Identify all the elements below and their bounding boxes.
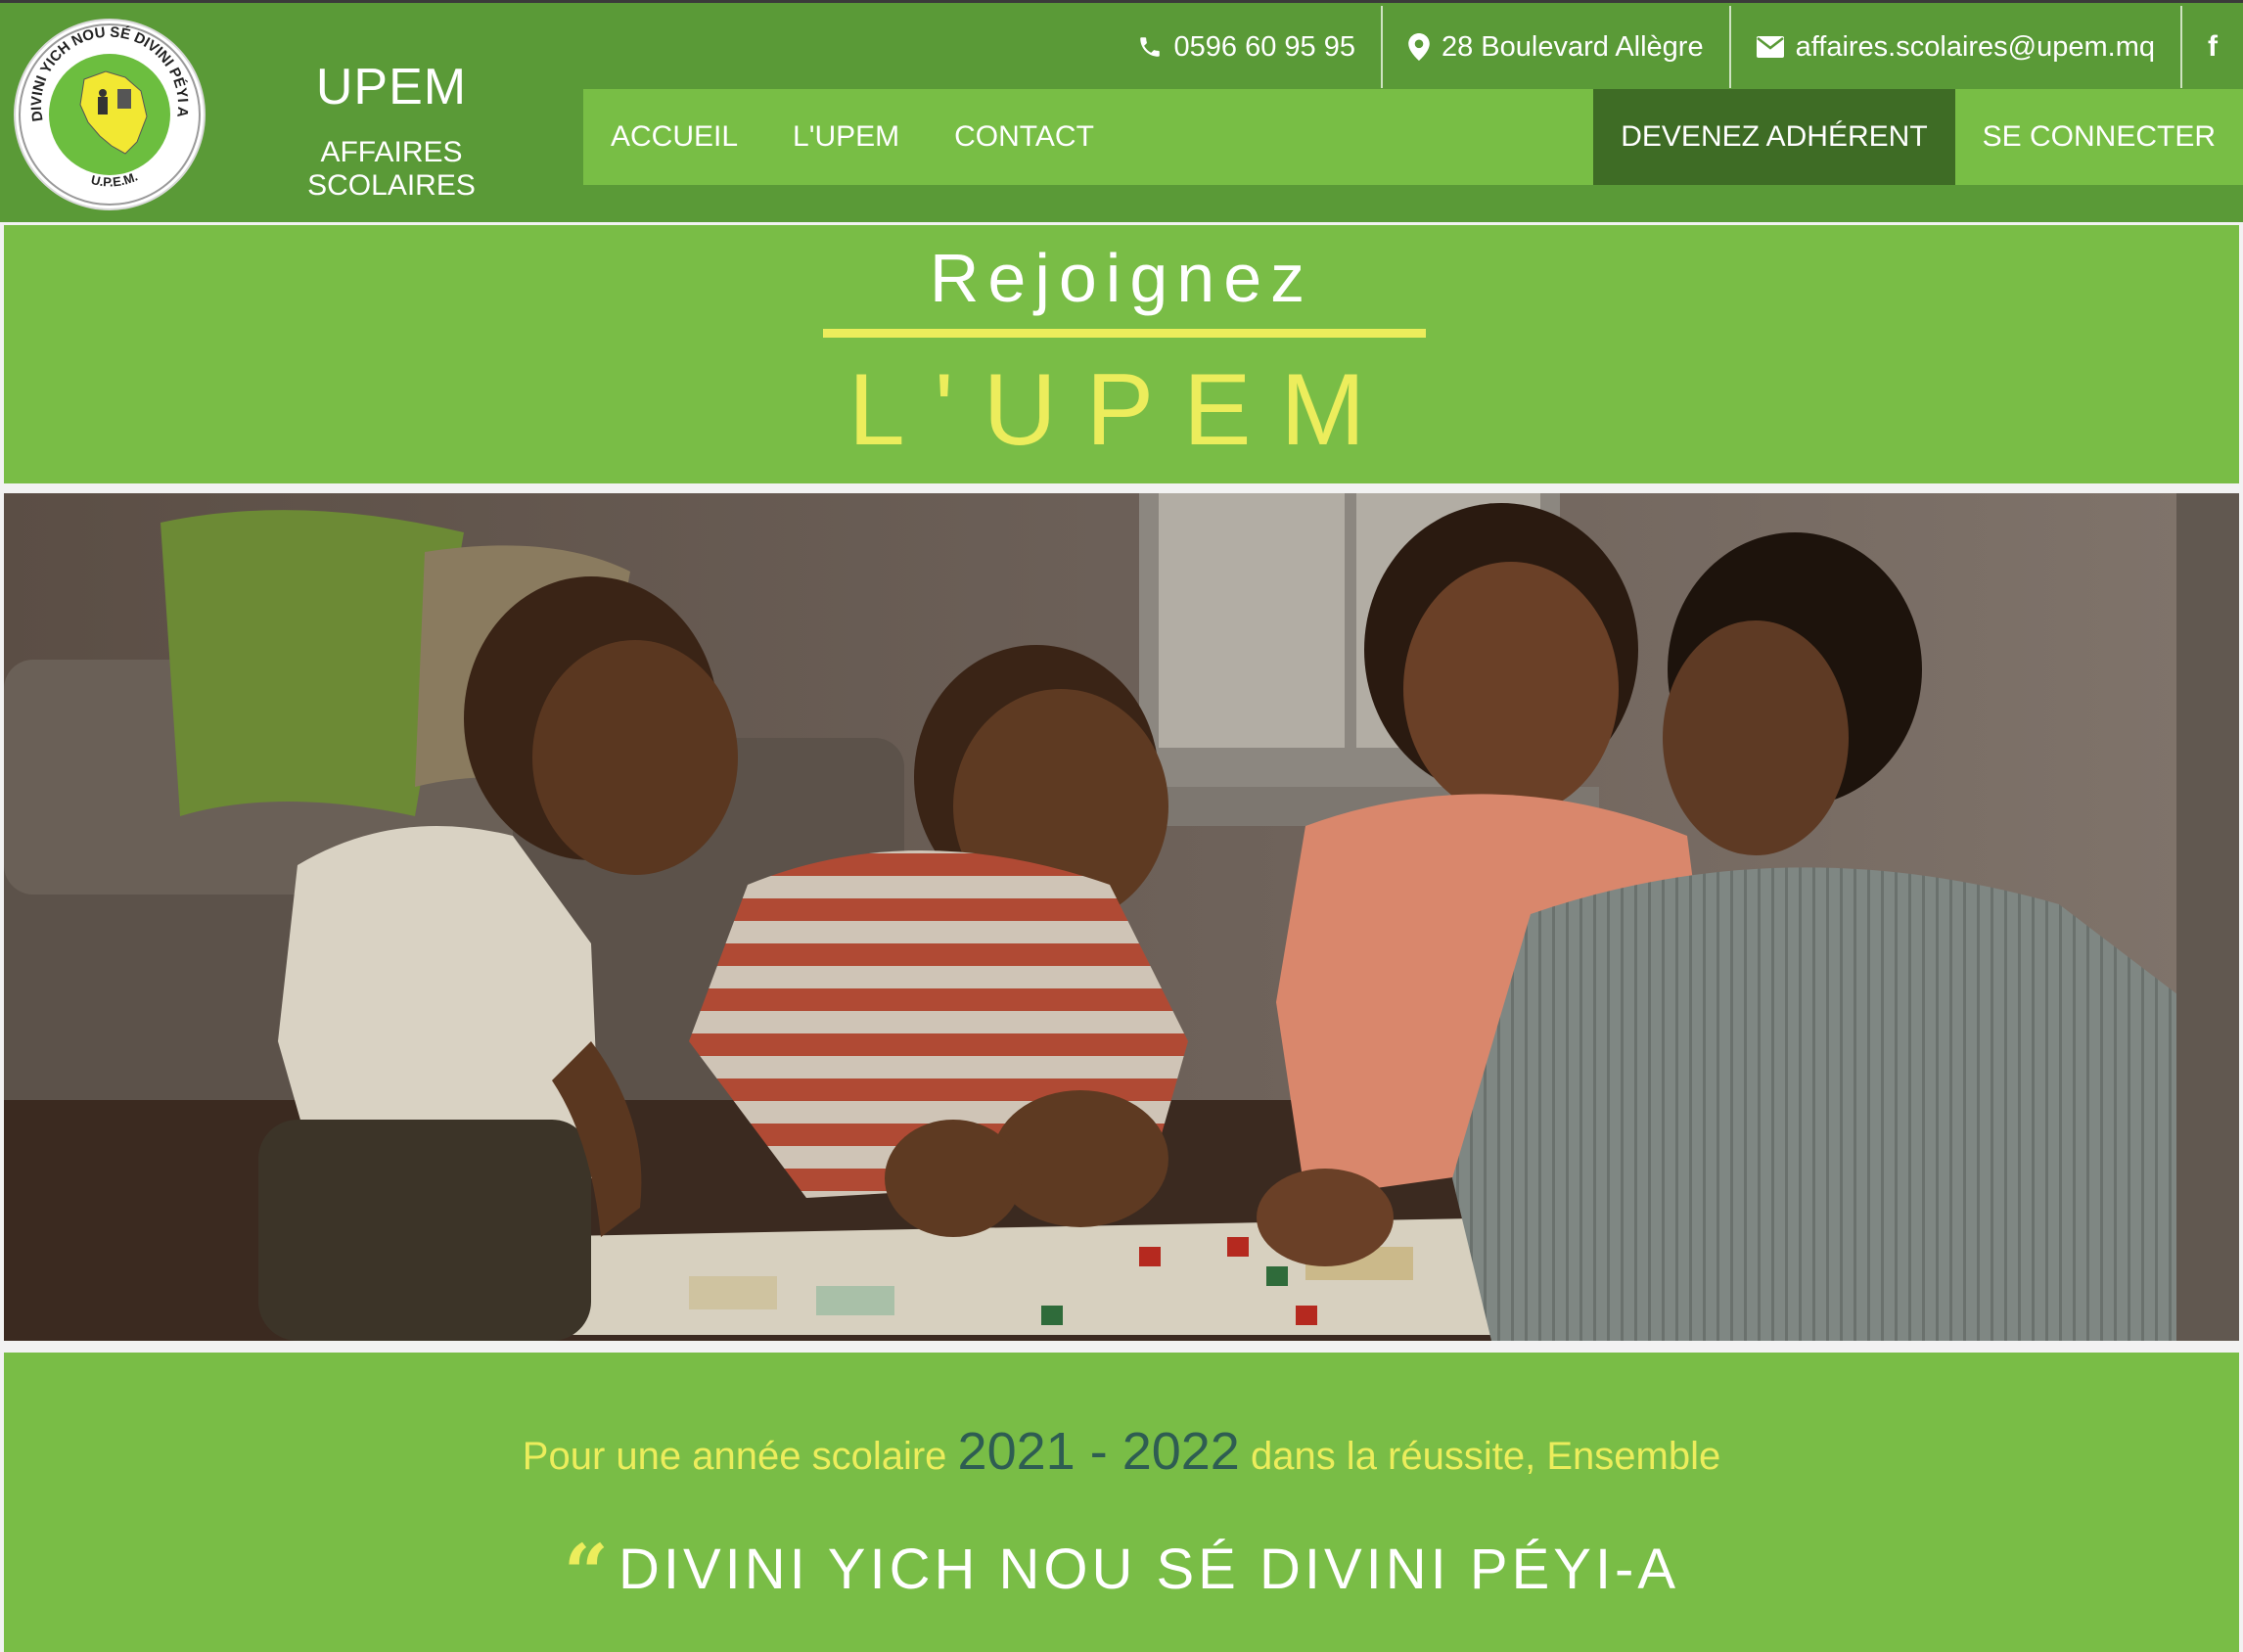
phone-link[interactable]: 0596 60 95 95 [1112,6,1381,88]
motto-text: DIVINI YICH NOU SÉ DIVINI PÉYI-A [618,1537,1680,1601]
year-end: 2022 [1122,1422,1240,1481]
nav-links: ACCUEIL L'UPEM CONTACT [583,89,1122,185]
nav-lupem[interactable]: L'UPEM [765,89,927,185]
address-link[interactable]: 28 Boulevard Allègre [1380,6,1729,88]
family-board-game-image [4,493,2239,1341]
nav-contact[interactable]: CONTACT [927,89,1122,185]
envelope-icon [1756,36,1784,58]
login-button[interactable]: SE CONNECTER [1955,89,2243,185]
hero-heading-line1: Rejoignez [929,240,1314,316]
brand-title[interactable]: UPEM [235,58,548,116]
school-year-tagline: Pour une année scolaire 2021 - 2022 dans… [4,1421,2239,1482]
nav-accueil[interactable]: ACCUEIL [583,89,765,185]
email-address: affaires.scolaires@upem.mq [1795,30,2155,63]
map-marker-icon [1408,33,1430,61]
tagline-band: Pour une année scolaire 2021 - 2022 dans… [4,1353,2239,1652]
phone-number: 0596 60 95 95 [1173,30,1355,63]
year-separator: - [1075,1422,1122,1481]
nav-actions: DEVENEZ ADHÉRENT SE CONNECTER [1593,89,2243,185]
phone-icon [1137,34,1163,60]
contact-bar: 0596 60 95 95 28 Boulevard Allègre affai… [1018,6,2243,88]
hero-heading-line2: L'UPEM [847,353,1396,467]
tagline-suffix: dans la réussite, Ensemble [1250,1435,1721,1478]
tagline-prefix: Pour une année scolaire [522,1435,947,1478]
page: DIVINI YICH NOU SÉ DIVINI PÉYI A U.P.E.M… [0,0,2243,1652]
motto-quote: “DIVINI YICH NOU SÉ DIVINI PÉYI-A [4,1527,2239,1619]
main-nav: ACCUEIL L'UPEM CONTACT DEVENEZ ADHÉRENT … [583,89,2243,185]
logo-emblem: DIVINI YICH NOU SÉ DIVINI PÉYI A U.P.E.M… [19,23,201,206]
hero-banner: Rejoignez L'UPEM [4,225,2239,483]
family-photo [4,493,2239,1341]
facebook-link[interactable]: f [2180,6,2243,88]
year-start: 2021 [957,1422,1076,1481]
upem-logo[interactable]: DIVINI YICH NOU SÉ DIVINI PÉYI A U.P.E.M… [16,21,204,208]
address-text: 28 Boulevard Allègre [1441,30,1704,63]
facebook-icon: f [2208,30,2218,63]
hero-divider [823,329,1426,338]
brand-subtitle: AFFAIRES SCOLAIRES [307,136,476,202]
join-button[interactable]: DEVENEZ ADHÉRENT [1593,89,1955,185]
email-link[interactable]: affaires.scolaires@upem.mq [1728,6,2180,88]
quote-mark-icon: “ [563,1527,613,1619]
site-header: DIVINI YICH NOU SÉ DIVINI PÉYI A U.P.E.M… [0,0,2243,222]
